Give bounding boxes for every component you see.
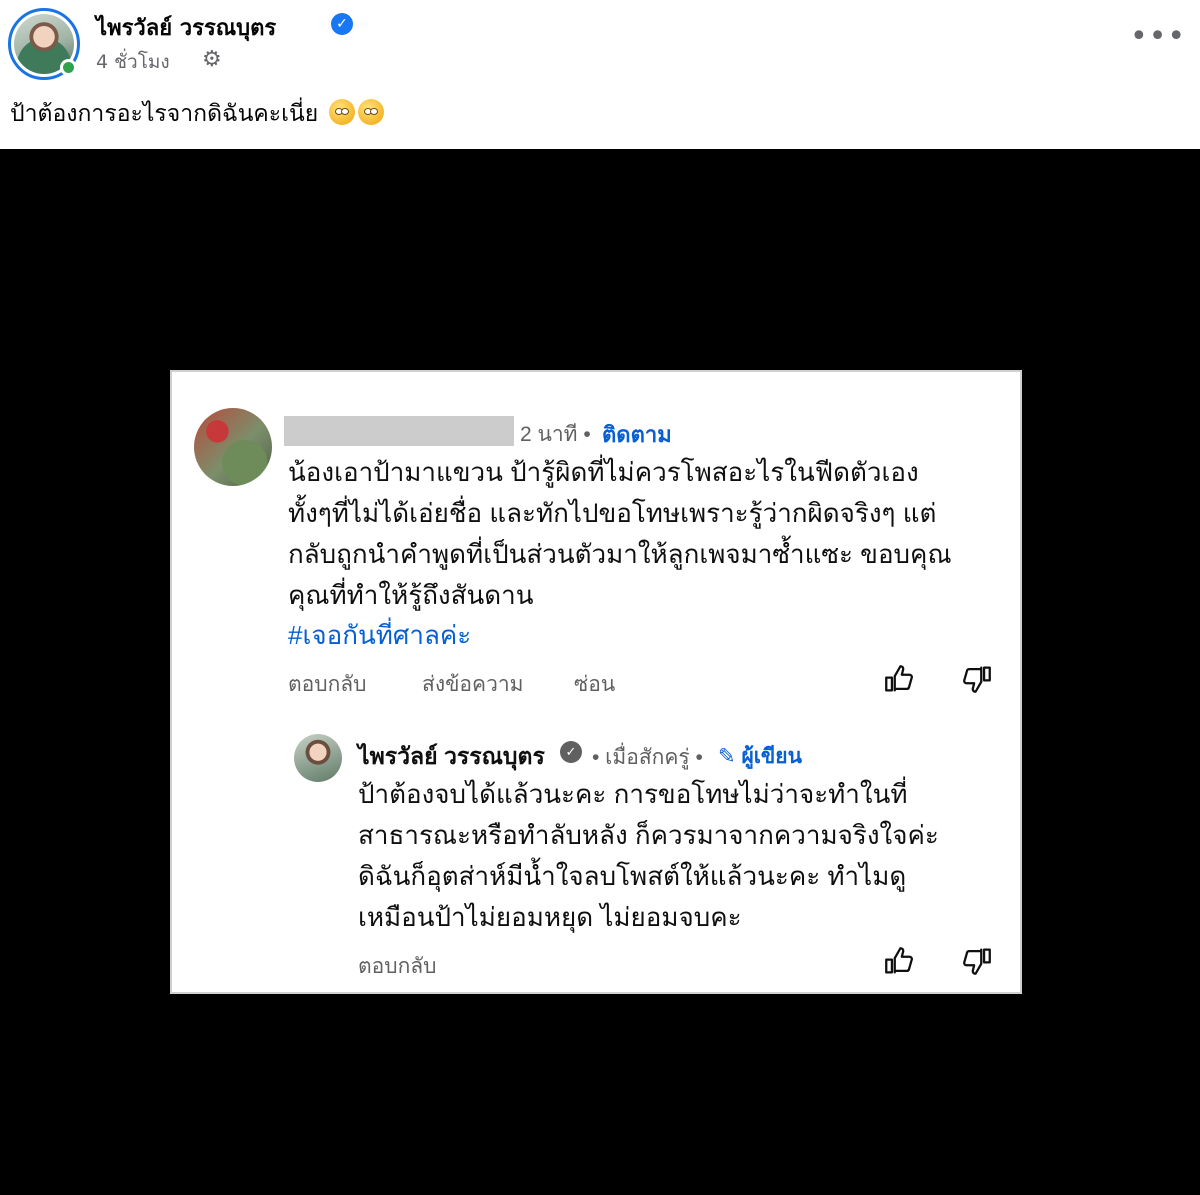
reply-line: ดิฉันก็อุตส่าห์มีน้ำใจลบโพสต์ให้แล้วนะคะ… <box>358 861 907 891</box>
comment-message-action: ส่งข้อความ <box>422 673 524 696</box>
more-options-icon: ••• <box>1130 19 1187 54</box>
more-options-button[interactable]: ••• <box>1130 22 1185 58</box>
comment-line: น้องเอาป้ามาแขวน ป้ารู้ผิดที่ไม่ควรโพสอะ… <box>288 457 919 487</box>
reply-line: เหมือนป้าไม่ยอมหยุด ไม่ยอมจบคะ <box>358 902 742 932</box>
post-header: ไพรวัลย์ วรรณบุตร ✓ 4 ชั่วโมง ⚙ ••• <box>0 0 1200 90</box>
commenter-name-redacted <box>284 416 514 446</box>
thumbs-up-icon <box>885 665 913 692</box>
post-timestamp[interactable]: 4 ชั่วโมง <box>96 47 170 77</box>
author-tag: ✎ ผู้เขียน <box>718 740 802 773</box>
comment-timestamp: 2 นาที • <box>520 423 591 446</box>
thumbs-down-icon <box>963 948 991 975</box>
post-caption: ป้าต้องการอะไรจากดิฉันคะเนี่ย <box>10 96 384 132</box>
commenter-avatar <box>194 408 272 486</box>
eye-roll-emoji-icon <box>328 99 355 125</box>
follow-link: ติดตาม <box>602 422 672 447</box>
thumbs-down-icon <box>963 666 991 693</box>
reply-line: สาธารณะหรือทำลับหลัง ก็ควรมาจากความจริงใ… <box>358 820 939 850</box>
reply-timestamp: • เมื่อสักครู่ • <box>592 746 703 769</box>
eye-roll-emoji-icon <box>357 99 384 125</box>
online-status-icon <box>60 59 77 76</box>
verified-badge-icon: ✓ <box>331 13 353 35</box>
pencil-icon: ✎ <box>718 745 736 768</box>
verified-badge-icon: ✓ <box>560 741 582 763</box>
post-caption-text: ป้าต้องการอะไรจากดิฉันคะเนี่ย <box>10 101 319 127</box>
reply-body: ป้าต้องจบได้แล้วนะคะ การขอโทษไม่ว่าจะทำใ… <box>358 774 988 938</box>
comment-line: กลับถูกนำคำพูดที่เป็นส่วนตัวมาให้ลูกเพจม… <box>288 539 952 569</box>
comment-line: ทั้งๆที่ไม่ได้เอ่ยชื่อ และทักไปขอโทษเพรา… <box>288 498 937 528</box>
thumbs-up-icon <box>885 947 913 974</box>
comment-line: คุณที่ทำให้รู้ถึงสันดาน <box>288 580 534 610</box>
comment-hashtag: #เจอกันที่ศาลค่ะ <box>288 620 472 650</box>
post-author-name[interactable]: ไพรวัลย์ วรรณบุตร <box>96 10 276 45</box>
gear-icon[interactable]: ⚙ <box>202 49 224 71</box>
comment-screenshot: 2 นาที • ติดตาม น้องเอาป้ามาแขวน ป้ารู้ผ… <box>170 370 1022 994</box>
comment-reply-action: ตอบกลับ <box>288 673 367 696</box>
reply-author-avatar <box>294 734 342 782</box>
comment-hide-action: ซ่อน <box>574 673 616 696</box>
post-media[interactable]: 2 นาที • ติดตาม น้องเอาป้ามาแขวน ป้ารู้ผ… <box>0 149 1200 1195</box>
comment-body: น้องเอาป้ามาแขวน ป้ารู้ผิดที่ไม่ควรโพสอะ… <box>288 452 1008 616</box>
reply-author-name: ไพรวัลย์ วรรณบุตร <box>358 743 545 769</box>
reply-reply-action: ตอบกลับ <box>358 955 437 978</box>
reply-line: ป้าต้องจบได้แล้วนะคะ การขอโทษไม่ว่าจะทำใ… <box>358 779 908 809</box>
author-tag-label: ผู้เขียน <box>741 745 802 768</box>
